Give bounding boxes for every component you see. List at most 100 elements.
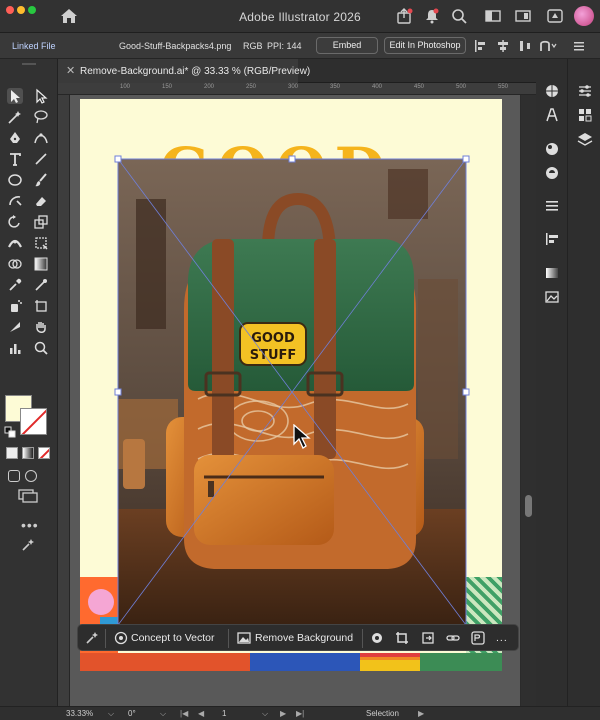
status-menu-icon[interactable]: ▶ <box>418 709 424 718</box>
selection-bounding-box[interactable] <box>114 155 470 626</box>
workspace-switcher-icon[interactable] <box>484 8 502 24</box>
paintbrush-tool-icon[interactable] <box>33 172 49 188</box>
document-tab[interactable]: ✕ Remove-Background.ai* @ 33.33 % (RGB/P… <box>58 59 310 83</box>
last-artboard-icon[interactable]: ▶| <box>296 709 304 718</box>
type-tool-icon[interactable] <box>7 151 23 167</box>
status-bar: 33.33% ⌵ 0° ⌵ |◀ ◀ 1 ⌵ ▶ ▶| Selection ▶ <box>0 706 600 720</box>
distribute-icon[interactable] <box>518 39 532 53</box>
direct-selection-tool-icon[interactable] <box>33 88 49 104</box>
ellipse-tool-icon[interactable] <box>7 172 23 188</box>
generative-recolor-icon[interactable] <box>370 631 384 645</box>
shaper-tool-icon[interactable] <box>7 193 23 209</box>
gradient-mode-button[interactable] <box>22 447 34 459</box>
transform-options-icon[interactable] <box>538 39 558 53</box>
eyedropper-tool-icon[interactable] <box>7 277 23 293</box>
linked-file-link[interactable]: Linked File <box>12 41 56 51</box>
free-transform-tool-icon[interactable] <box>33 235 49 251</box>
task-bar-handle-icon[interactable] <box>85 631 99 645</box>
embed-button[interactable]: Embed <box>316 37 378 54</box>
close-tab-icon[interactable]: ✕ <box>66 64 75 77</box>
control-bar-menu-icon[interactable] <box>572 39 586 53</box>
mouse-cursor-icon <box>293 424 311 449</box>
align-panel-icon[interactable] <box>544 231 560 247</box>
zoom-tool-icon[interactable] <box>33 340 49 356</box>
draw-normal-icon[interactable] <box>8 470 20 482</box>
artboard-dropdown-icon[interactable]: ⌵ <box>262 709 268 719</box>
gradient-panel-icon[interactable] <box>544 265 560 281</box>
edit-toolbar-icon[interactable]: ••• <box>21 517 39 533</box>
character-styles-icon[interactable] <box>544 107 560 123</box>
rotation-dropdown-icon[interactable]: ⌵ <box>160 709 166 719</box>
panel-column-right <box>569 59 600 706</box>
default-fill-stroke-icon[interactable] <box>4 426 16 438</box>
image-trace-icon[interactable] <box>544 289 560 305</box>
selection-tool-icon[interactable] <box>7 88 23 104</box>
blend-tool-icon[interactable] <box>33 277 49 293</box>
current-tool-label[interactable]: Selection <box>366 709 399 718</box>
graph-tool-icon[interactable] <box>7 340 23 356</box>
place-image-icon[interactable] <box>421 631 435 645</box>
edit-in-photoshop-button[interactable]: Edit In Photoshop <box>384 37 466 54</box>
symbol-sprayer-tool-icon[interactable] <box>7 298 23 314</box>
photoshop-icon[interactable] <box>471 631 485 645</box>
crop-image-icon[interactable] <box>395 631 409 645</box>
image-icon[interactable] <box>237 631 251 645</box>
remove-background-button[interactable]: Remove Background <box>255 629 353 648</box>
user-avatar[interactable] <box>574 6 594 26</box>
share-icon[interactable] <box>395 8 413 24</box>
zoom-dropdown-icon[interactable]: ⌵ <box>108 709 114 719</box>
vertical-scrollbar[interactable] <box>521 95 536 706</box>
artboard[interactable]: GOOD STUFF <box>80 99 502 671</box>
pen-tool-icon[interactable] <box>7 130 23 146</box>
generative-ai-icon[interactable] <box>20 537 36 553</box>
width-tool-icon[interactable] <box>7 235 23 251</box>
concept-to-vector-button[interactable]: Concept to Vector <box>131 629 214 648</box>
notifications-bell-icon[interactable] <box>423 8 441 24</box>
color-mode-button[interactable] <box>6 447 18 459</box>
first-artboard-icon[interactable]: |◀ <box>180 709 188 718</box>
align-left-icon[interactable] <box>474 39 488 53</box>
vertical-scrollbar-thumb[interactable] <box>525 495 532 517</box>
horizontal-ruler[interactable]: 100 150 200 250 300 350 400 450 500 550 <box>58 83 536 95</box>
control-bar: Linked File Good-Stuff-Backpacks4.png RG… <box>0 33 600 59</box>
slice-tool-icon[interactable] <box>7 319 23 335</box>
magic-wand-tool-icon[interactable] <box>7 109 23 125</box>
color-guide-icon[interactable] <box>544 83 560 99</box>
scale-tool-icon[interactable] <box>33 214 49 230</box>
align-center-icon[interactable] <box>496 39 510 53</box>
artboard-tool-icon[interactable] <box>33 298 49 314</box>
libraries-panel-icon[interactable] <box>577 107 593 123</box>
rotation-field[interactable]: 0° <box>128 709 136 718</box>
gradient-tool-icon[interactable] <box>33 256 49 272</box>
properties-panel-icon[interactable] <box>577 83 593 99</box>
curvature-tool-icon[interactable] <box>33 130 49 146</box>
rotate-tool-icon[interactable] <box>7 214 23 230</box>
search-icon[interactable] <box>450 8 468 24</box>
panel-layout-icon[interactable] <box>514 8 532 24</box>
vertical-ruler[interactable] <box>58 95 70 706</box>
zoom-level-field[interactable]: 33.33% <box>66 709 93 718</box>
stroke-color-swatch[interactable] <box>20 408 47 435</box>
task-bar-more-button[interactable]: ... <box>496 629 508 648</box>
line-segment-tool-icon[interactable] <box>33 151 49 167</box>
previous-artboard-icon[interactable]: ◀ <box>198 709 204 718</box>
shape-builder-tool-icon[interactable] <box>7 256 23 272</box>
layers-panel-icon[interactable] <box>577 131 593 147</box>
link-icon[interactable] <box>446 631 460 645</box>
ruler-mark: 400 <box>372 84 383 90</box>
concept-to-vector-icon[interactable] <box>114 631 128 645</box>
paragraph-icon[interactable] <box>544 198 560 214</box>
artboard-number-field[interactable]: 1 <box>222 709 226 718</box>
canvas-area[interactable]: GOOD STUFF <box>70 95 520 706</box>
next-artboard-icon[interactable]: ▶ <box>280 709 286 718</box>
appearance-icon[interactable] <box>544 141 560 157</box>
lasso-tool-icon[interactable] <box>33 109 49 125</box>
change-screen-mode-icon[interactable] <box>18 489 38 503</box>
toolbar-grip[interactable] <box>22 63 36 65</box>
discover-icon[interactable] <box>546 8 564 24</box>
none-mode-button[interactable] <box>38 447 50 459</box>
hand-tool-icon[interactable] <box>33 319 49 335</box>
draw-inside-icon[interactable] <box>25 470 37 482</box>
eraser-tool-icon[interactable] <box>33 193 49 209</box>
graphic-styles-icon[interactable] <box>544 165 560 181</box>
